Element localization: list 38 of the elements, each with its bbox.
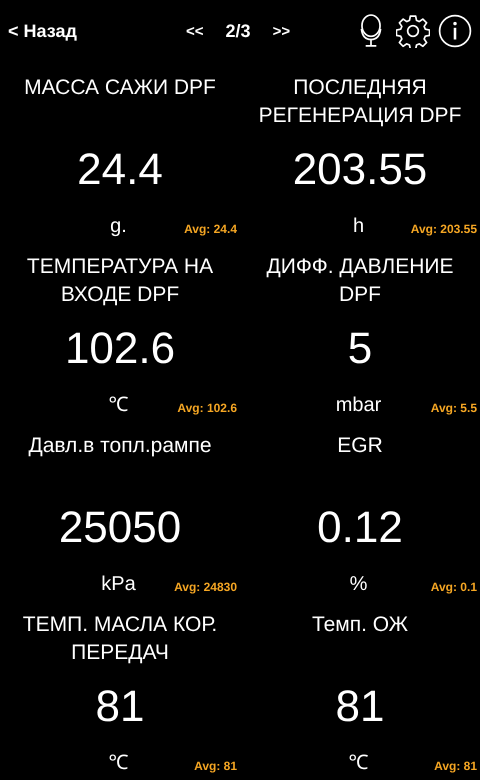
next-page-button[interactable]: >> <box>272 22 290 40</box>
previous-page-button[interactable]: << <box>186 22 204 40</box>
gauge-value: 24.4 <box>77 145 163 195</box>
average-label: Avg: 0.1 <box>430 579 477 596</box>
gauge-title: МАССА САЖИ DPF <box>24 75 216 101</box>
average-label: Avg: 81 <box>194 758 237 775</box>
gauge-value: 0.12 <box>317 503 403 553</box>
unit-label: g. <box>110 214 127 238</box>
unit-label: ℃ <box>108 751 128 775</box>
average-label: Avg: 102.6 <box>177 400 237 417</box>
average-label: Avg: 5.5 <box>430 400 477 417</box>
unit-label: mbar <box>336 393 382 417</box>
info-icon[interactable] <box>438 14 472 48</box>
unit-label: ℃ <box>348 751 368 775</box>
unit-label: ℃ <box>108 393 128 417</box>
gauge-title: ТЕМП. МАСЛА КОР. ПЕРЕДАЧ <box>22 612 218 666</box>
gauge-value: 25050 <box>58 503 182 553</box>
unit-label: h <box>352 214 364 238</box>
gauge-title: EGR <box>337 433 383 459</box>
unit-label: kPa <box>101 572 136 596</box>
settings-icon[interactable] <box>396 14 430 48</box>
average-label: Avg: 203.55 <box>410 221 477 238</box>
gauge-value: 102.6 <box>64 324 176 374</box>
gauge-value: 5 <box>348 324 372 374</box>
back-button[interactable]: < Назад <box>8 20 158 42</box>
gauge-title: ТЕМПЕРАТУРА НА ВХОДЕ DPF <box>26 254 214 308</box>
gauge-value: 203.55 <box>292 145 428 195</box>
average-label: Avg: 24830 <box>174 579 237 596</box>
gauge-title: ДИФФ. ДАВЛЕНИЕ DPF <box>266 254 454 308</box>
gauge-title: Темп. ОЖ <box>312 612 408 638</box>
page-indicator: 2/3 <box>226 20 251 42</box>
average-label: Avg: 24.4 <box>184 221 237 238</box>
gauge-value: 81 <box>96 682 144 732</box>
unit-label: % <box>350 572 368 596</box>
gauge-title: ПОСЛЕДНЯЯ РЕГЕНЕРАЦИЯ DPF <box>258 75 462 129</box>
average-label: Avg: 81 <box>434 758 477 775</box>
gauge-title: Давл.в топл.рампе <box>28 433 212 459</box>
gauge-value: 81 <box>336 682 384 732</box>
